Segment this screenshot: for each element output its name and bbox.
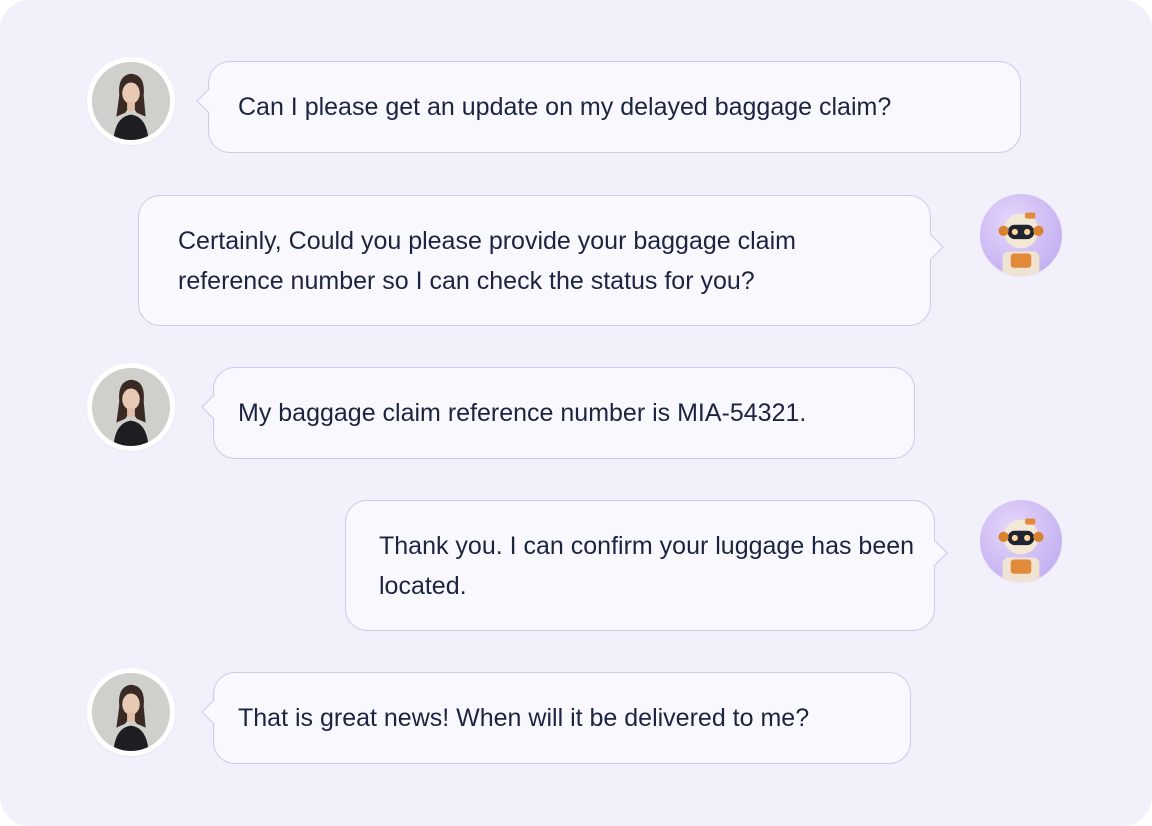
user-avatar	[87, 363, 175, 451]
message-text: Certainly, Could you please provide your…	[178, 226, 796, 295]
bot-avatar	[980, 500, 1062, 582]
message-text: Thank you. I can confirm your luggage ha…	[379, 531, 915, 600]
user-photo-icon	[92, 62, 170, 140]
message-bubble: Thank you. I can confirm your luggage ha…	[345, 500, 935, 631]
robot-icon	[998, 518, 1044, 582]
message-text: Can I please get an update on my delayed…	[238, 93, 892, 121]
user-photo-icon	[92, 673, 170, 751]
bot-avatar	[980, 194, 1062, 276]
message-bubble: My baggage claim reference number is MIA…	[213, 367, 915, 459]
message-text: My baggage claim reference number is MIA…	[238, 399, 807, 427]
chat-panel: Can I please get an update on my delayed…	[0, 0, 1152, 826]
message-text: That is great news! When will it be deli…	[238, 704, 810, 732]
user-avatar	[87, 57, 175, 145]
message-bubble: Can I please get an update on my delayed…	[208, 61, 1021, 153]
message-bubble: That is great news! When will it be deli…	[213, 672, 911, 764]
user-photo-icon	[92, 368, 170, 446]
robot-icon	[998, 212, 1044, 276]
user-avatar	[87, 668, 175, 756]
message-bubble: Certainly, Could you please provide your…	[138, 195, 931, 326]
